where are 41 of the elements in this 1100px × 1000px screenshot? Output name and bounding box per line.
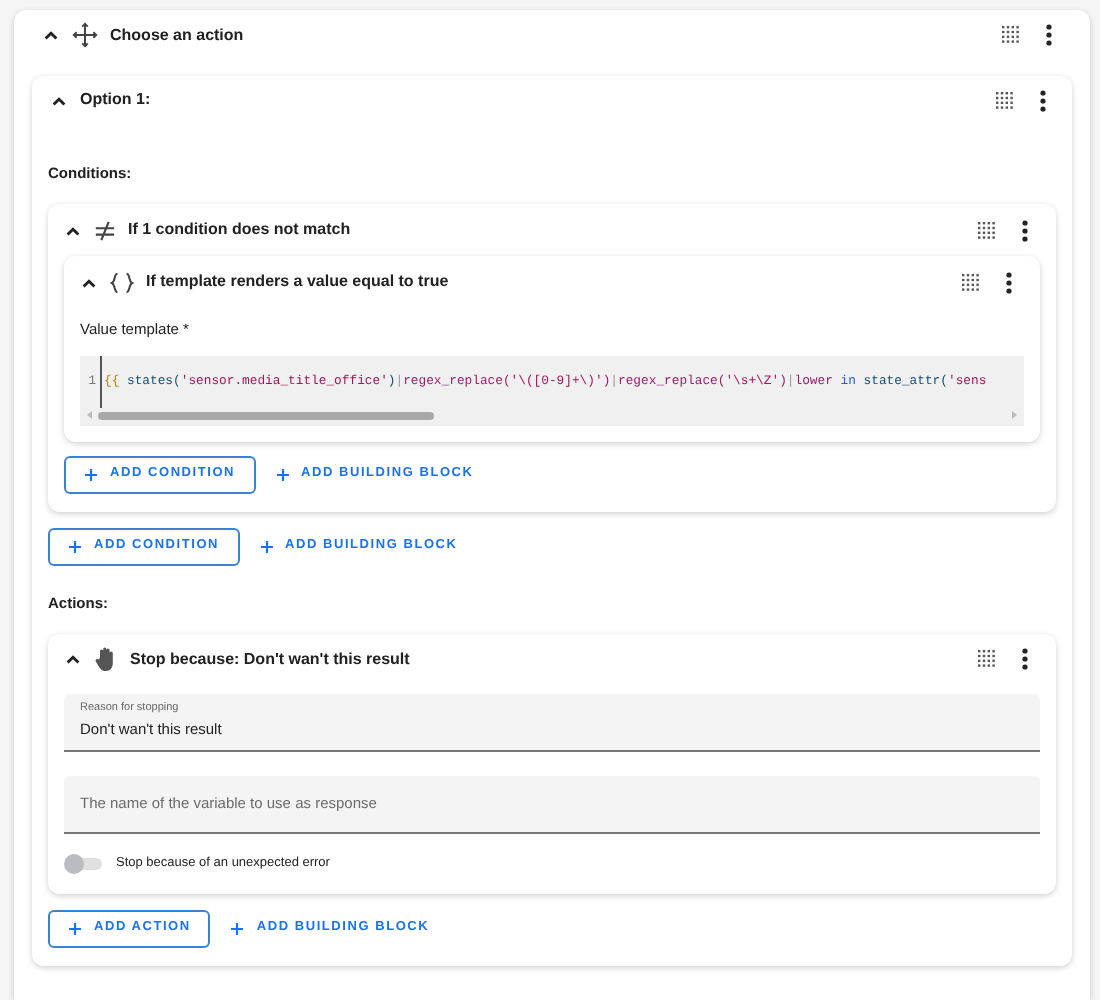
- chevron-up-icon: [63, 650, 81, 669]
- scroll-right-icon: [1010, 410, 1018, 420]
- drag-handle[interactable]: [974, 647, 998, 672]
- kebab-icon: [1045, 24, 1051, 46]
- more-options-button[interactable]: [1040, 23, 1056, 47]
- plus-icon: [275, 467, 289, 481]
- more-options-button[interactable]: [1016, 218, 1032, 243]
- braces-icon: [110, 271, 134, 294]
- drag-handle-icon: [961, 273, 979, 292]
- drag-handle-icon: [977, 650, 995, 669]
- block-title: Choose an action: [110, 23, 244, 47]
- block-title: Option 1:: [80, 88, 151, 112]
- arrows-icon: [72, 22, 98, 48]
- plus-icon: [84, 467, 98, 481]
- plus-icon: [259, 539, 273, 553]
- kebab-icon: [1021, 219, 1027, 242]
- more-options-button[interactable]: [1034, 88, 1050, 112]
- more-options-button[interactable]: [1000, 270, 1016, 295]
- drag-handle[interactable]: [974, 218, 998, 243]
- drag-handle-icon: [1001, 26, 1019, 44]
- block-title: If template renders a value equal to true: [146, 270, 449, 295]
- plus-icon: [68, 921, 82, 936]
- kebab-icon: [1005, 271, 1011, 294]
- drag-handle-icon: [995, 91, 1013, 109]
- kebab-icon: [1021, 648, 1027, 671]
- block-title: If 1 condition does not match: [128, 218, 351, 243]
- block-title: Stop because: Don't wan't this result: [130, 647, 410, 672]
- scroll-left-icon: [86, 410, 94, 420]
- plus-icon: [230, 921, 245, 936]
- plus-icon: [68, 539, 82, 553]
- kebab-icon: [1039, 89, 1045, 111]
- drag-handle[interactable]: [958, 270, 982, 295]
- not-equal-icon: [94, 219, 116, 242]
- drag-handle[interactable]: [998, 23, 1022, 47]
- chevron-up-icon: [41, 26, 59, 44]
- drag-handle[interactable]: [992, 88, 1016, 112]
- toggle-switch[interactable]: [64, 853, 102, 874]
- more-options-button[interactable]: [1016, 647, 1032, 672]
- drag-handle-icon: [977, 221, 995, 240]
- scrollbar-thumb[interactable]: [98, 411, 434, 419]
- hand-icon: [94, 646, 118, 673]
